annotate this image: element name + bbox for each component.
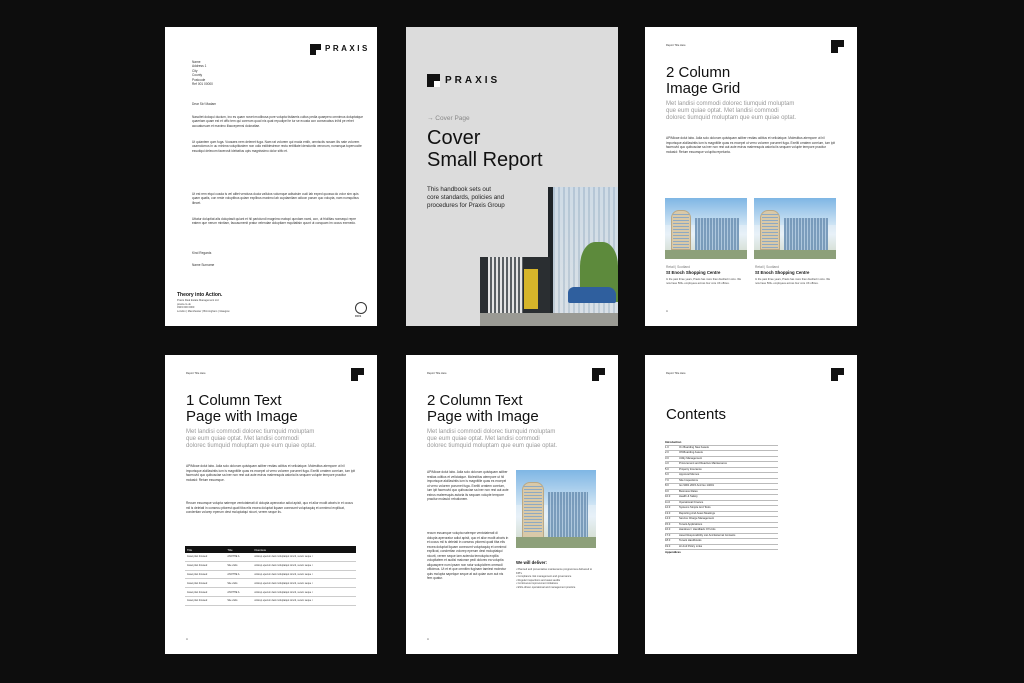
cover-photo <box>480 187 618 326</box>
table-row: Asset plan focused ANOTHE Avolorep eperum… <box>185 553 356 562</box>
building-photo <box>516 470 596 548</box>
page-title: 2 Column Text Page with Image <box>427 392 539 425</box>
letter-signoff: Kind Regards Name Surname <box>192 251 215 268</box>
table-header: Title <box>185 546 226 553</box>
cover-logo-text: PRAXIS <box>445 75 501 86</box>
table-header: Overview <box>252 546 356 553</box>
lede-text: Met landisi commodi dolorec tiumquid mol… <box>186 429 317 449</box>
image-caption: Retail | Scotland St Enoch Shopping Cent… <box>666 265 742 285</box>
praxis-logo-icon <box>427 74 440 87</box>
two-column-image-grid-page[interactable]: Report Title Here 2 Column Image Grid Me… <box>645 27 857 326</box>
rics-badge-icon <box>355 302 367 314</box>
contents-page[interactable]: Report Title Here Contents Introduction … <box>645 355 857 654</box>
footer-tagline: Theory into Action. <box>177 292 223 298</box>
page-title: 1 Column Text Page with Image <box>186 392 298 425</box>
letter-paragraph: Ut est rem etqui cusda is vel alitet ven… <box>192 192 359 205</box>
lede-text: Met landisi commodi dolorec tiumquid mol… <box>666 101 797 121</box>
page-title: 2 Column Image Grid <box>666 64 741 97</box>
table-row: Asset plan focused Site visits volorep epe… <box>185 561 356 571</box>
data-table: Title Title Overview Asset plan focused A… <box>185 546 356 606</box>
two-column-text-page[interactable]: Report Title Here 2 Column Text Page wit… <box>406 355 618 654</box>
page-number: 4 <box>427 637 429 641</box>
letter-salutation: Dear Sir/ Madam <box>192 102 217 106</box>
cover-kicker: → Cover Page <box>427 115 470 122</box>
praxis-logo-icon <box>310 44 321 55</box>
column-one-text: recum essumque volupta natempe ventotate… <box>427 531 509 580</box>
praxis-logo-icon <box>831 40 844 53</box>
praxis-logo-icon <box>592 368 605 381</box>
table-row: Asset plan focused Site visits volorep epe… <box>185 596 356 606</box>
contents-list: Introduction 1.0 On Boarding New Assets 2… <box>665 440 778 555</box>
page-number: 4 <box>666 309 668 313</box>
body-paragraph: APiMicae dolut labo. Adia solo dolorum q… <box>666 136 836 154</box>
list-item: • ESG-driven operational and management … <box>516 585 576 589</box>
table-header: Title <box>225 546 253 553</box>
cover-title: Cover Small Report <box>427 127 543 171</box>
one-column-text-page[interactable]: Report Title Here 1 Column Text Page wit… <box>165 355 377 654</box>
letter-paragraph: Nascitet doloqui ducium, ino es quam nov… <box>192 115 363 128</box>
running-header: Report Title Here <box>427 372 447 375</box>
image-caption: Retail | Scotland St Enoch Shopping Cent… <box>755 265 831 285</box>
praxis-logo-icon <box>351 368 364 381</box>
letter-logo-text: PRAXIS <box>325 44 370 53</box>
letter-footer: Praxis Real Estate Management Ltd praxis… <box>177 299 230 313</box>
praxis-logo-icon <box>831 368 844 381</box>
deliver-list: • Planned and preventative maintenance p… <box>516 568 596 590</box>
column-one-text: APiMicae dolut labo. Adia solo dolorum q… <box>427 470 509 501</box>
table-row: Asset plan focused Site visits volorep epe… <box>185 578 356 589</box>
contents-appendices: Appendices <box>665 550 681 554</box>
letter-paragraph: Ut quiantem qum fuga. Voosaes nem delene… <box>192 140 362 153</box>
table-row: Asset plan focused ANOTHE Avolorep eperum… <box>185 587 356 597</box>
page-title: Contents <box>666 406 727 423</box>
deliver-heading: We will deliver: <box>516 560 547 565</box>
building-photo <box>665 198 747 259</box>
letterhead-page[interactable]: PRAXIS Name Address 1 City County Postco… <box>165 27 377 326</box>
table-row: Asset plan focused ANOTHE Avolorep eperum… <box>185 570 356 580</box>
letter-paragraph: Uttatur doluptiat alis doluptasit quiunt… <box>192 217 357 226</box>
running-header: Report Title Here <box>186 372 206 375</box>
rics-badge-label: RICS <box>355 315 362 318</box>
cover-page[interactable]: PRAXIS → Cover Page Cover Small Report T… <box>406 27 618 326</box>
lede-text: Met landisi commodi dolorec tiumquid mol… <box>427 429 558 449</box>
page-number: 4 <box>186 637 188 641</box>
running-header: Report Title Here <box>666 372 686 375</box>
body-paragraph: Recum essumque volupta natempe ventotate… <box>186 501 353 514</box>
recipient-address: Name Address 1 City County Postcode Ref … <box>192 60 213 87</box>
body-paragraph: APiMicae dolut labo. Adia solo dolorum q… <box>186 464 356 482</box>
running-header: Report Title Here <box>666 44 686 47</box>
building-photo <box>754 198 836 259</box>
